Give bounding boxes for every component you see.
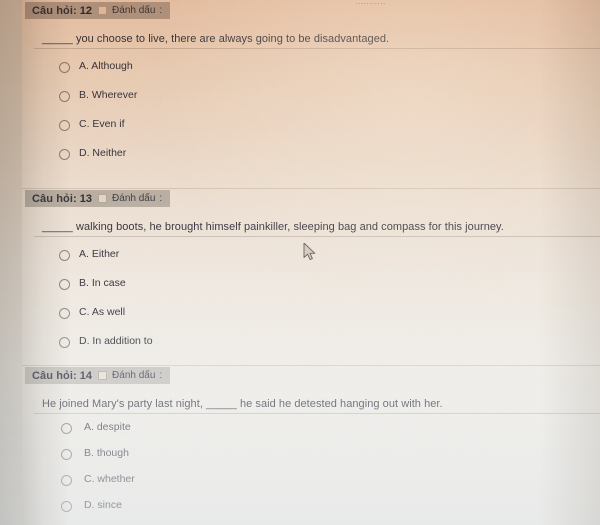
question-underline-12 — [34, 48, 600, 49]
radio-icon[interactable] — [61, 423, 72, 434]
option-row[interactable]: D. since — [0, 495, 600, 521]
question-underline-14 — [34, 413, 600, 414]
option-row[interactable]: A. Either — [0, 244, 600, 273]
question-label-12: Câu hỏi: — [32, 4, 77, 17]
option-row[interactable]: A. despite — [0, 417, 600, 443]
flag-checkbox-icon-12[interactable] — [98, 6, 108, 15]
radio-icon[interactable] — [59, 337, 70, 348]
option-label[interactable]: B. Wherever — [79, 89, 137, 101]
radio-icon[interactable] — [59, 62, 70, 73]
flag-checkbox-icon-13[interactable] — [98, 194, 108, 203]
question-text-13: _____ walking boots, he brought himself … — [42, 221, 504, 233]
option-list-13: A. Either B. In case C. As well D. In ad… — [0, 244, 600, 360]
option-row[interactable]: C. whether — [0, 469, 600, 495]
option-list-12: A. Although B. Wherever C. Even if D. Ne… — [0, 56, 600, 172]
flag-label-12[interactable]: Đánh dấu — [112, 5, 155, 16]
radio-icon[interactable] — [59, 91, 70, 102]
radio-icon[interactable] — [61, 475, 72, 486]
question-number-14: 14 — [79, 369, 93, 382]
option-label[interactable]: A. Although — [79, 60, 133, 72]
question-header-14: Câu hỏi: 14 Đánh dấu : — [25, 367, 171, 384]
option-row[interactable]: B. Wherever — [0, 85, 600, 114]
question-number-12: 12 — [79, 4, 93, 17]
option-row[interactable]: D. Neither — [0, 143, 600, 172]
option-row[interactable]: B. In case — [0, 273, 600, 302]
option-label[interactable]: D. since — [84, 499, 122, 511]
flag-label-14[interactable]: Đánh dấu — [112, 370, 155, 381]
option-label[interactable]: D. In addition to — [79, 335, 153, 347]
question-header-12: Câu hỏi: 12 Đánh dấu : — [25, 2, 171, 19]
question-text-12: _____ you choose to live, there are alwa… — [42, 33, 390, 45]
question-number-13: 13 — [79, 192, 93, 205]
radio-icon[interactable] — [59, 250, 70, 261]
option-row[interactable]: D. In addition to — [0, 331, 600, 360]
radio-icon[interactable] — [61, 449, 72, 460]
flag-colon-14: : — [159, 370, 163, 381]
question-header-13: Câu hỏi: 13 Đánh dấu : — [25, 190, 171, 207]
option-row[interactable]: C. Even if — [0, 114, 600, 143]
radio-icon[interactable] — [59, 149, 70, 160]
option-label[interactable]: C. whether — [84, 473, 135, 485]
radio-icon[interactable] — [59, 308, 70, 319]
question-separator-13 — [22, 188, 600, 189]
radio-icon[interactable] — [59, 279, 70, 290]
radio-icon[interactable] — [59, 120, 70, 131]
option-label[interactable]: A. Either — [79, 248, 119, 260]
option-label[interactable]: B. In case — [79, 277, 126, 289]
cutoff-top-text: ........... — [355, 0, 485, 4]
flag-checkbox-icon-14[interactable] — [98, 371, 108, 380]
option-label[interactable]: B. though — [84, 447, 129, 459]
flag-label-13[interactable]: Đánh dấu — [112, 193, 155, 204]
quiz-screenshot: ........... Câu hỏi: 12 Đánh dấu : _____… — [0, 0, 600, 525]
question-text-14: He joined Mary's party last night, _____… — [42, 398, 443, 410]
question-underline-13 — [34, 236, 600, 237]
option-list-14: A. despite B. though C. whether D. since — [0, 417, 600, 521]
option-label[interactable]: C. Even if — [79, 118, 125, 130]
option-label[interactable]: C. As well — [79, 306, 125, 318]
option-label[interactable]: D. Neither — [79, 147, 126, 159]
flag-colon-13: : — [159, 193, 163, 204]
radio-icon[interactable] — [61, 501, 72, 512]
option-label[interactable]: A. despite — [84, 421, 131, 433]
question-label-14: Câu hỏi: — [32, 369, 77, 382]
question-label-13: Câu hỏi: — [32, 192, 77, 205]
flag-colon-12: : — [159, 5, 163, 16]
option-row[interactable]: A. Although — [0, 56, 600, 85]
option-row[interactable]: B. though — [0, 443, 600, 469]
option-row[interactable]: C. As well — [0, 302, 600, 331]
question-separator-14 — [22, 365, 600, 366]
